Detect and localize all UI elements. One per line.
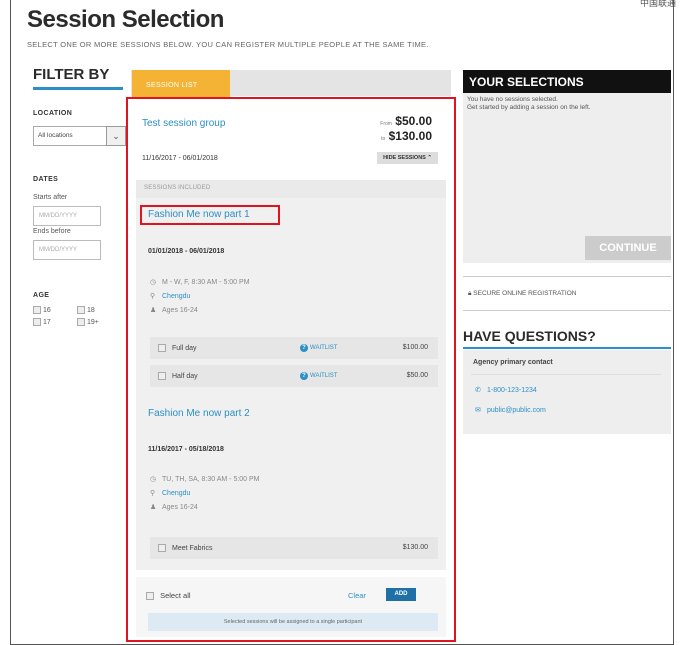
age-label-16: 16 <box>42 306 51 314</box>
filter-heading: FILTER BY <box>33 66 110 83</box>
contact-email[interactable]: ✉ public@public.com <box>475 406 546 414</box>
corner-text: 中国联通 <box>639 0 676 8</box>
contact-phone-text: 1-800-123-1234 <box>487 387 537 394</box>
page-subtitle: SELECT ONE OR MORE SESSIONS BELOW. YOU C… <box>27 40 429 49</box>
your-selections-heading: YOUR SELECTIONS <box>463 70 671 93</box>
location-select-value: All locations <box>38 132 73 139</box>
contact-title: Agency primary contact <box>473 359 553 366</box>
checkbox-icon <box>77 318 85 326</box>
continue-button[interactable]: CONTINUE <box>585 236 671 260</box>
ends-before-input[interactable]: MM/DD/YYYY <box>33 240 101 260</box>
starts-after-label: Starts after <box>33 194 68 201</box>
dates-label: DATES <box>33 176 59 183</box>
phone-icon: ✆ <box>475 387 481 394</box>
contact-email-text: public@public.com <box>487 407 546 414</box>
age-label: AGE <box>33 292 50 299</box>
checkbox-icon <box>33 306 41 314</box>
filter-rule <box>33 87 123 90</box>
page-title: Session Selection <box>27 6 224 33</box>
age-option-16[interactable]: 16 <box>33 306 51 314</box>
location-label: LOCATION <box>33 110 73 117</box>
checkbox-icon <box>77 306 85 314</box>
selections-empty-line1: You have no sessions selected. <box>467 96 558 103</box>
contact-phone[interactable]: ✆ 1-800-123-1234 <box>475 386 537 394</box>
age-label-18: 18 <box>86 306 95 314</box>
have-questions-heading: HAVE QUESTIONS? <box>463 328 596 344</box>
age-label-19-plus: 19+ <box>86 318 99 326</box>
lock-icon: 🔒︎ <box>468 290 472 297</box>
filter-panel: FILTER BY LOCATION All locations ⌄ DATES… <box>33 66 127 346</box>
divider <box>463 276 671 277</box>
your-selections-panel: You have no sessions selected. Get start… <box>463 93 671 263</box>
have-questions-panel: Agency primary contact ✆ 1-800-123-1234 ✉… <box>463 350 671 434</box>
ends-before-label: Ends before <box>33 228 71 235</box>
checkbox-icon <box>33 318 41 326</box>
selections-empty-text: You have no sessions selected. Get start… <box>467 96 591 112</box>
age-option-19-plus[interactable]: 19+ <box>77 318 99 326</box>
secure-registration-label: SECURE ONLINE REGISTRATION <box>473 290 577 297</box>
starts-after-input[interactable]: MM/DD/YYYY <box>33 206 101 226</box>
age-label-17: 17 <box>42 318 51 326</box>
divider <box>463 310 671 311</box>
age-option-17[interactable]: 17 <box>33 318 51 326</box>
age-option-18[interactable]: 18 <box>77 306 95 314</box>
highlight-outline-session-list <box>126 97 456 642</box>
highlight-outline-session-name <box>140 205 280 225</box>
divider <box>471 374 661 375</box>
secure-registration: 🔒︎ SECURE ONLINE REGISTRATION <box>468 290 576 298</box>
selections-empty-line2: Get started by adding a session on the l… <box>467 104 591 111</box>
envelope-icon: ✉ <box>475 407 481 414</box>
location-select[interactable]: All locations ⌄ <box>33 126 127 146</box>
chevron-down-icon: ⌄ <box>106 126 126 146</box>
have-questions-rule <box>463 347 671 349</box>
tab-session-list[interactable]: SESSION LIST <box>132 70 230 98</box>
